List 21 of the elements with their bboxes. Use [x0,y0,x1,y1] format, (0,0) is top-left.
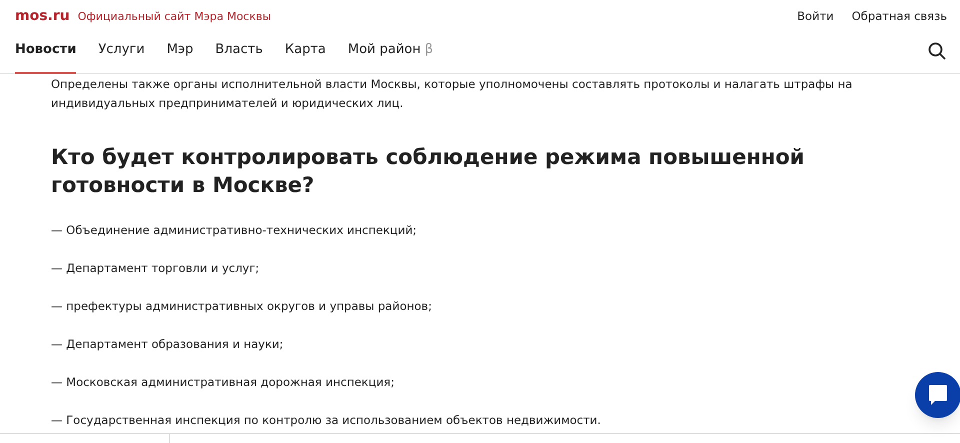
article-heading: Кто будет контролировать соблюдение режима повышенной готовности в Москве? [51,144,806,199]
nav-tab[interactable]: Мэр [166,28,194,74]
list-item: — префектуры административных округов и управы районов; [51,298,433,315]
intro-paragraph: Определены также органы исполнительной власти Москвы, которые уполномочены составлять протоколы и налагать штрафы на индивидуальных предпринимателей и юридических лиц. [51,76,854,112]
site-title: Официальный сайт Мэра Москвы [78,9,272,25]
header-link[interactable]: Обратная связь [852,8,947,26]
chat-button[interactable] [915,372,960,418]
list-item: — Московская административная дорожная инспекция; [51,374,396,391]
list-item: — Департамент образования и науки; [51,336,284,353]
list-item: — Департамент торговли и услуг; [51,260,260,277]
nav-tab[interactable]: Мой район β [348,28,434,74]
list-item: — Государственная инспекция по контролю за использованием объектов недвижимости. [51,412,602,429]
chat-icon [928,384,948,406]
nav-tab[interactable]: Услуги [98,28,145,74]
list-item: — Объединение административно-технических инспекций; [51,222,418,239]
nav-tab[interactable]: Новости [15,28,76,74]
logo[interactable]: mos.ru [15,6,70,27]
header-link[interactable]: Войти [797,8,834,26]
nav-tab[interactable]: Власть [215,28,263,74]
nav-tab[interactable]: Карта [284,28,326,74]
search-icon[interactable] [928,42,946,60]
